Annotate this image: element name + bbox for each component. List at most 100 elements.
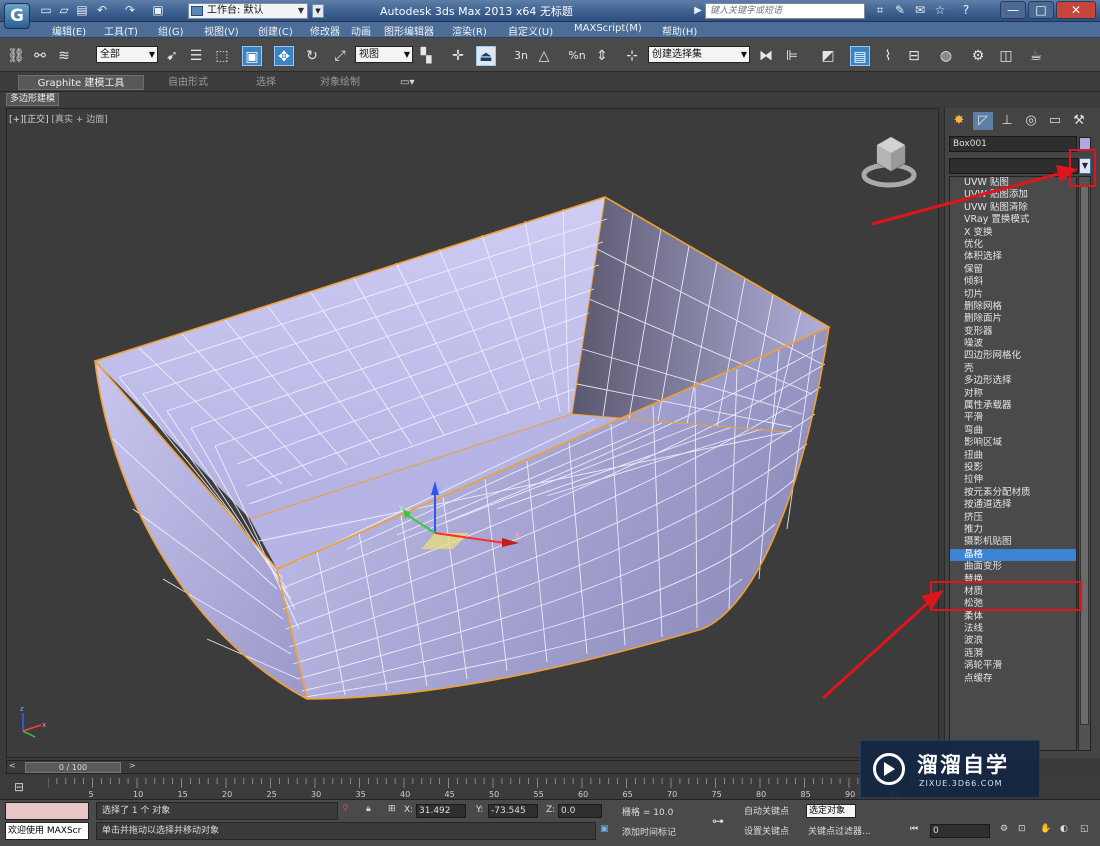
menu-maxscript[interactable]: MAXScript(M) — [574, 23, 642, 34]
align-icon[interactable]: ⊫ — [782, 46, 802, 66]
selection-filter-dropdown[interactable]: 全部 ▼ — [96, 46, 158, 63]
curve-editor-icon[interactable]: ⌇ — [878, 46, 898, 66]
render-production-icon[interactable]: ☕ — [1026, 46, 1046, 66]
modifier-item[interactable]: 切片 — [950, 289, 1076, 301]
modifier-item[interactable]: 体积选择 — [950, 251, 1076, 263]
modifier-item[interactable]: 摄影机贴图 — [950, 536, 1076, 548]
ribbon-options-icon[interactable]: ▭▾ — [400, 75, 414, 90]
modifier-item[interactable]: 对称 — [950, 388, 1076, 400]
select-and-move-icon[interactable]: ✥ — [274, 46, 294, 66]
modifier-item[interactable]: 按通道选择 — [950, 499, 1076, 511]
object-name-field[interactable]: Box001 — [949, 136, 1077, 152]
go-to-start-icon[interactable]: ⏮ — [910, 824, 918, 834]
favorites-star-icon[interactable]: ☆ — [932, 3, 948, 18]
menu-tools[interactable]: 工具(T) — [104, 23, 138, 38]
menu-group[interactable]: 组(G) — [158, 23, 184, 38]
modifier-item[interactable]: UVW 贴图清除 — [950, 202, 1076, 214]
graphite-toggle-icon[interactable]: ▤ — [850, 46, 870, 66]
key-set-dropdown[interactable]: 选定对象 — [806, 804, 856, 818]
polygon-modeling-panel[interactable]: 多边形建模 — [6, 93, 60, 106]
modifier-item[interactable]: 涟漪 — [950, 648, 1076, 660]
modifier-item[interactable]: 影响区域 — [950, 437, 1076, 449]
open-file-icon[interactable]: ▱ — [56, 3, 72, 18]
mini-curve-editor-icon[interactable]: ⊟ — [14, 780, 24, 794]
menu-views[interactable]: 视图(V) — [204, 23, 239, 38]
menu-animation[interactable]: 动画 — [351, 23, 371, 38]
pan-hand-icon[interactable]: ✋ — [1040, 824, 1051, 834]
next-frame-icon[interactable]: > — [129, 761, 136, 770]
add-time-tag-icon[interactable]: ▣ — [600, 824, 609, 834]
menu-customize[interactable]: 自定义(U) — [508, 23, 553, 38]
utilities-tab-icon[interactable]: ⚒ — [1069, 112, 1089, 130]
mirror-icon[interactable]: ⧓ — [756, 46, 776, 66]
render-setup-icon[interactable]: ⚙ — [968, 46, 988, 66]
rectangular-selection-icon[interactable]: ⬚ — [212, 46, 232, 66]
modifier-list-scrollbar[interactable] — [1078, 176, 1091, 751]
modifier-list-combo[interactable] — [949, 158, 1079, 174]
lock-selection-icon[interactable]: 🔒︎ — [366, 804, 371, 814]
modifier-item[interactable]: VRay 置换模式 — [950, 214, 1076, 226]
subscription-icon[interactable]: ✎ — [892, 3, 908, 18]
orbit-icon[interactable]: ◐ — [1060, 824, 1068, 834]
modifier-item[interactable]: 曲面变形 — [950, 561, 1076, 573]
modifier-item[interactable]: 删除面片 — [950, 313, 1076, 325]
modifier-list[interactable]: UVW 贴图 UVW 贴图添加 UVW 贴图清除 VRay 置换模式 X 变换 … — [949, 176, 1077, 751]
modify-tab-icon[interactable]: ◸ — [973, 112, 993, 130]
spinner-snap-icon[interactable]: ⇕ — [592, 46, 612, 66]
help-search-input[interactable]: 键入关键字或短语 — [705, 3, 865, 19]
modifier-item[interactable]: 倾斜 — [950, 276, 1076, 288]
modifier-item[interactable]: 平滑 — [950, 412, 1076, 424]
prev-frame-icon[interactable]: < — [9, 761, 16, 770]
modifier-item[interactable]: 柔体 — [950, 611, 1076, 623]
modifier-item[interactable]: UVW 贴图 — [950, 177, 1076, 189]
menu-edit[interactable]: 编辑(E) — [52, 23, 86, 38]
maximize-button[interactable]: □ — [1028, 1, 1054, 19]
save-file-icon[interactable]: ▤ — [74, 3, 90, 18]
unlink-icon[interactable]: ⚯ — [30, 46, 50, 66]
modifier-item[interactable]: 噪波 — [950, 338, 1076, 350]
tab-object-paint[interactable]: 对象绘制 — [320, 75, 360, 90]
undo-icon[interactable]: ↶ — [94, 3, 110, 18]
select-by-name-icon[interactable]: ☰ — [186, 46, 206, 66]
modifier-item[interactable]: 多边形选择 — [950, 375, 1076, 387]
modifier-item-lattice[interactable]: 晶格 — [950, 548, 1076, 562]
close-button[interactable]: ✕ — [1056, 1, 1096, 19]
modifier-item[interactable]: 挤压 — [950, 512, 1076, 524]
menu-help[interactable]: 帮助(H) — [662, 23, 697, 38]
app-logo-button[interactable]: G — [4, 3, 30, 29]
key-filters-button[interactable]: 关键点过滤器... — [808, 824, 871, 837]
redo-icon[interactable]: ↷ — [122, 3, 138, 18]
modifier-item[interactable]: 法线 — [950, 623, 1076, 635]
modifier-item[interactable]: 波浪 — [950, 635, 1076, 647]
bind-spacewarp-icon[interactable]: ≋ — [54, 46, 74, 66]
reference-coordinate-dropdown[interactable]: 视图 ▼ — [355, 46, 413, 63]
set-key-button[interactable]: 设置关键点 — [744, 824, 789, 837]
modifier-item[interactable]: UVW 贴图添加 — [950, 189, 1076, 201]
menu-graph-editors[interactable]: 图形编辑器 — [384, 23, 434, 38]
isolate-icon[interactable]: ⚲ — [342, 804, 349, 814]
modifier-item[interactable]: 扭曲 — [950, 450, 1076, 462]
project-folder-icon[interactable]: ▣ — [150, 3, 166, 18]
schematic-view-icon[interactable]: ⊟ — [904, 46, 924, 66]
communication-center-icon[interactable]: ✉ — [912, 3, 928, 18]
modifier-item[interactable]: 弯曲 — [950, 425, 1076, 437]
modifier-item[interactable]: 推力 — [950, 524, 1076, 536]
modifier-item[interactable]: 壳 — [950, 363, 1076, 375]
menu-modifiers[interactable]: 修改器 — [310, 23, 340, 38]
box-mesh-object[interactable]: z x y z x — [7, 109, 939, 758]
chevron-down-icon[interactable]: ▼ — [312, 4, 324, 18]
named-selection-set-dropdown[interactable]: 创建选择集 ▼ — [648, 46, 750, 63]
modifier-item[interactable]: 点缓存 — [950, 673, 1076, 685]
modifier-item[interactable]: 保留 — [950, 264, 1076, 276]
modifier-item[interactable]: 四边形网格化 — [950, 350, 1076, 362]
help-icon[interactable]: ? — [958, 3, 974, 18]
maximize-viewport-icon[interactable]: ◱ — [1080, 824, 1089, 834]
motion-tab-icon[interactable]: ◎ — [1021, 112, 1041, 130]
layer-manager-icon[interactable]: ◩ — [818, 46, 838, 66]
perspective-viewport[interactable]: [+][正交] [真实 + 边面] z x y z x — [6, 108, 939, 758]
tab-graphite-modeling[interactable]: Graphite 建模工具 — [18, 75, 144, 90]
tab-freeform[interactable]: 自由形式 — [168, 75, 208, 90]
absolute-mode-icon[interactable]: ⊞ — [388, 804, 396, 814]
window-crossing-icon[interactable]: ▣ — [242, 46, 262, 66]
time-config-icon[interactable]: ⚙ — [1000, 824, 1008, 834]
